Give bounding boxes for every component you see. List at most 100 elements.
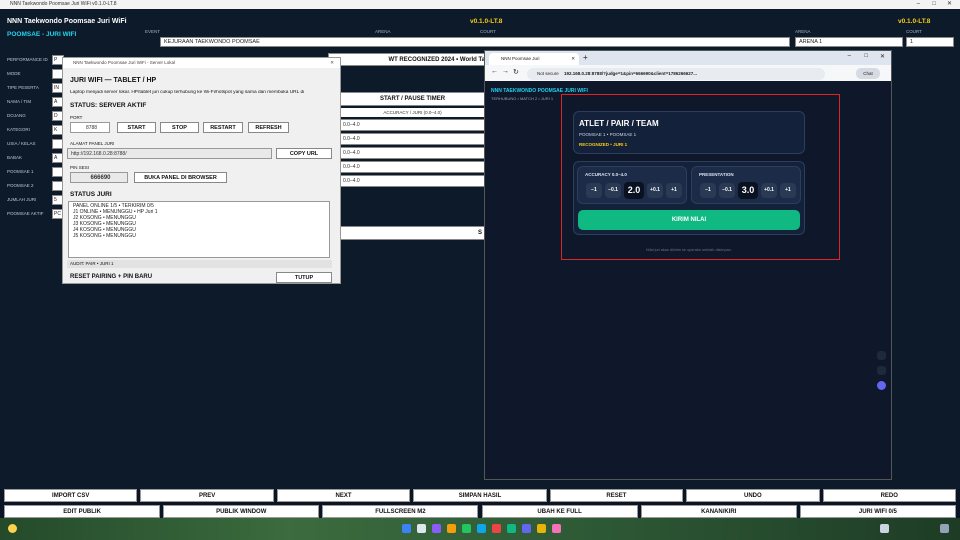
side-tool-icon-1[interactable]	[877, 351, 886, 360]
app-icon[interactable]	[492, 524, 501, 533]
browser-tab[interactable]: NNN Poomsae Juri ✕	[489, 53, 579, 65]
browser-minimize-icon[interactable]: –	[848, 53, 851, 59]
taskview-icon[interactable]	[432, 524, 441, 533]
redo-button[interactable]: REDO	[822, 489, 956, 502]
reset-button[interactable]: RESET	[549, 489, 684, 502]
accuracy-value: 2.0	[624, 182, 644, 199]
server-status: STATUS: SERVER AKTIF	[70, 102, 147, 109]
edge-icon[interactable]	[477, 524, 486, 533]
back-icon[interactable]: ←	[491, 68, 498, 75]
status-line: J5 KOSONG • MENUNGGU	[73, 233, 136, 239]
stop-button[interactable]: STOP	[160, 122, 199, 133]
vscode-icon[interactable]	[522, 524, 531, 533]
status-juri-heading: STATUS JURI	[70, 191, 112, 198]
version-center: v0.1.0-LT.8	[470, 18, 503, 25]
address-text: 192.168.0.28:8788/?judge=1&pin=666690&cl…	[564, 71, 697, 76]
ubah-ke-full-button[interactable]: UBAH KE FULL	[481, 505, 638, 518]
pin-input[interactable]: 666690	[70, 172, 128, 183]
refresh-button[interactable]: REFRESH	[248, 122, 289, 133]
s-button[interactable]: S	[340, 226, 485, 240]
address-bar[interactable]: Not secure 192.168.0.28:8788/?judge=1&pi…	[527, 68, 825, 80]
prev-button[interactable]: PREV	[140, 489, 274, 502]
submit-score-button[interactable]: KIRIM NILAI	[578, 210, 800, 230]
next-button[interactable]: NEXT	[276, 489, 411, 502]
score-row[interactable]: 0.0–4.0	[340, 147, 485, 159]
sidebar-label: KATEGORI	[7, 127, 30, 132]
fullscreen-m2-button[interactable]: FULLSCREEN M2	[322, 505, 479, 518]
port-input[interactable]: 8788	[70, 122, 110, 133]
chat-button[interactable]: Chat	[856, 68, 880, 79]
accuracy-header: ACCURACY / JURI (0.0–4.0)	[340, 108, 485, 117]
explorer-icon[interactable]	[537, 524, 546, 533]
copy-url-button[interactable]: COPY URL	[276, 148, 332, 159]
folder-icon[interactable]	[447, 524, 456, 533]
event-input[interactable]: KEJURAAN TAEKWONDO POOMSAE	[160, 37, 790, 47]
browser-window: NNN Poomsae Juri ✕ + – □ ✕ ← → ↻ Not sec…	[484, 50, 892, 480]
reload-icon[interactable]: ↻	[513, 68, 519, 76]
accuracy-plus01-button[interactable]: +0.1	[647, 183, 663, 198]
url-input[interactable]: http://192.168.0.28:8788/	[67, 148, 272, 159]
minimize-icon[interactable]: –	[917, 0, 920, 9]
dialog-titlebar: NNN Taekwondo Poomsae Juri WiFi - Server…	[63, 58, 340, 68]
edit-publik-button[interactable]: EDIT PUBLIK	[4, 505, 161, 518]
side-tool-icon-3[interactable]	[877, 381, 886, 390]
import-csv-button[interactable]: IMPORT CSV	[4, 489, 138, 502]
accuracy-minus01-button[interactable]: −0.1	[605, 183, 621, 198]
presentation-minus01-button[interactable]: −0.1	[719, 183, 735, 198]
new-tab-icon[interactable]: +	[583, 53, 588, 62]
kanan-kiri-button[interactable]: KANAN/KIRI	[640, 505, 797, 518]
recognized-label: RECOGNIZED • JURI 1	[579, 142, 628, 147]
publik-window-button[interactable]: PUBLIK WINDOW	[163, 505, 320, 518]
search-icon[interactable]	[417, 524, 426, 533]
score-row[interactable]: 0.0–4.0	[340, 175, 485, 187]
accuracy-minus1-button[interactable]: −1	[586, 183, 602, 198]
start-pause-timer-button[interactable]: START / PAUSE TIMER	[340, 92, 485, 106]
browser-toolbar: ← → ↻ Not secure 192.168.0.28:8788/?judg…	[485, 65, 891, 81]
score-row[interactable]: 0.0–4.0	[340, 133, 485, 145]
forward-icon[interactable]: →	[502, 68, 509, 75]
notification-icon[interactable]	[940, 524, 949, 533]
status-list: PANEL ONLINE 1/5 • TERKIRIM 0/5 J1 ONLINE…	[68, 201, 330, 258]
reset-pairing-button[interactable]: RESET PAIRING + PIN BARU	[70, 274, 152, 280]
version-right: v0.1.0-LT.8	[898, 18, 931, 25]
arena-input[interactable]: ARENA 1	[795, 37, 903, 47]
accuracy-plus1-button[interactable]: +1	[666, 183, 682, 198]
presentation-minus1-button[interactable]: −1	[700, 183, 716, 198]
sidebar-label: NAMA / TIM	[7, 99, 32, 104]
juri-wifi-0-5-button[interactable]: JURI WIFI 0/5	[799, 505, 956, 518]
browser-maximize-icon[interactable]: □	[864, 53, 868, 59]
chrome-icon[interactable]	[462, 524, 471, 533]
simpan-hasil-button[interactable]: SIMPAN HASIL	[413, 489, 547, 502]
photos-icon[interactable]	[552, 524, 561, 533]
maximize-icon[interactable]: □	[932, 0, 936, 9]
browser-close-icon[interactable]: ✕	[880, 53, 885, 60]
network-icon[interactable]	[880, 524, 889, 533]
python-icon[interactable]	[507, 524, 516, 533]
tab-close-icon[interactable]: ✕	[571, 53, 575, 65]
close-button[interactable]: TUTUP	[276, 272, 332, 283]
dialog-close-icon[interactable]: ✕	[330, 58, 334, 68]
accuracy-panel: ACCURACY 0.0–4.0 −1 −0.1 2.0 +0.1 +1	[577, 166, 687, 204]
athlete-title: ATLET / PAIR / TEAM	[579, 119, 659, 128]
window-titlebar: NNN Taekwondo Poomsae Juri WiFi v0.1.0-L…	[0, 0, 960, 9]
window-title: NNN Taekwondo Poomsae Juri WiFi v0.1.0-L…	[10, 1, 117, 7]
restart-button[interactable]: RESTART	[203, 122, 243, 133]
presentation-plus1-button[interactable]: +1	[780, 183, 796, 198]
weather-icon[interactable]	[8, 524, 17, 533]
court-label: COURT	[480, 29, 496, 34]
start-icon[interactable]	[402, 524, 411, 533]
url-label: ALAMAT PANEL JURI	[70, 141, 115, 146]
sidebar-label: POOMSAE AKTIF	[7, 211, 44, 216]
start-button[interactable]: START	[117, 122, 156, 133]
browser-tabbar: NNN Poomsae Juri ✕ + – □ ✕	[485, 51, 891, 65]
not-secure-label: Not secure	[537, 71, 559, 76]
score-row[interactable]: 0.0–4.0	[340, 161, 485, 173]
presentation-plus01-button[interactable]: +0.1	[761, 183, 777, 198]
close-icon[interactable]: ✕	[947, 0, 952, 9]
undo-button[interactable]: UNDO	[686, 489, 820, 502]
open-browser-button[interactable]: BUKA PANEL DI BROWSER	[134, 172, 227, 183]
score-row[interactable]: 0.0–4.0	[340, 119, 485, 131]
court-input[interactable]: 1	[906, 37, 954, 47]
side-tool-icon-2[interactable]	[877, 366, 886, 375]
sidebar-label: BABAK	[7, 155, 23, 160]
